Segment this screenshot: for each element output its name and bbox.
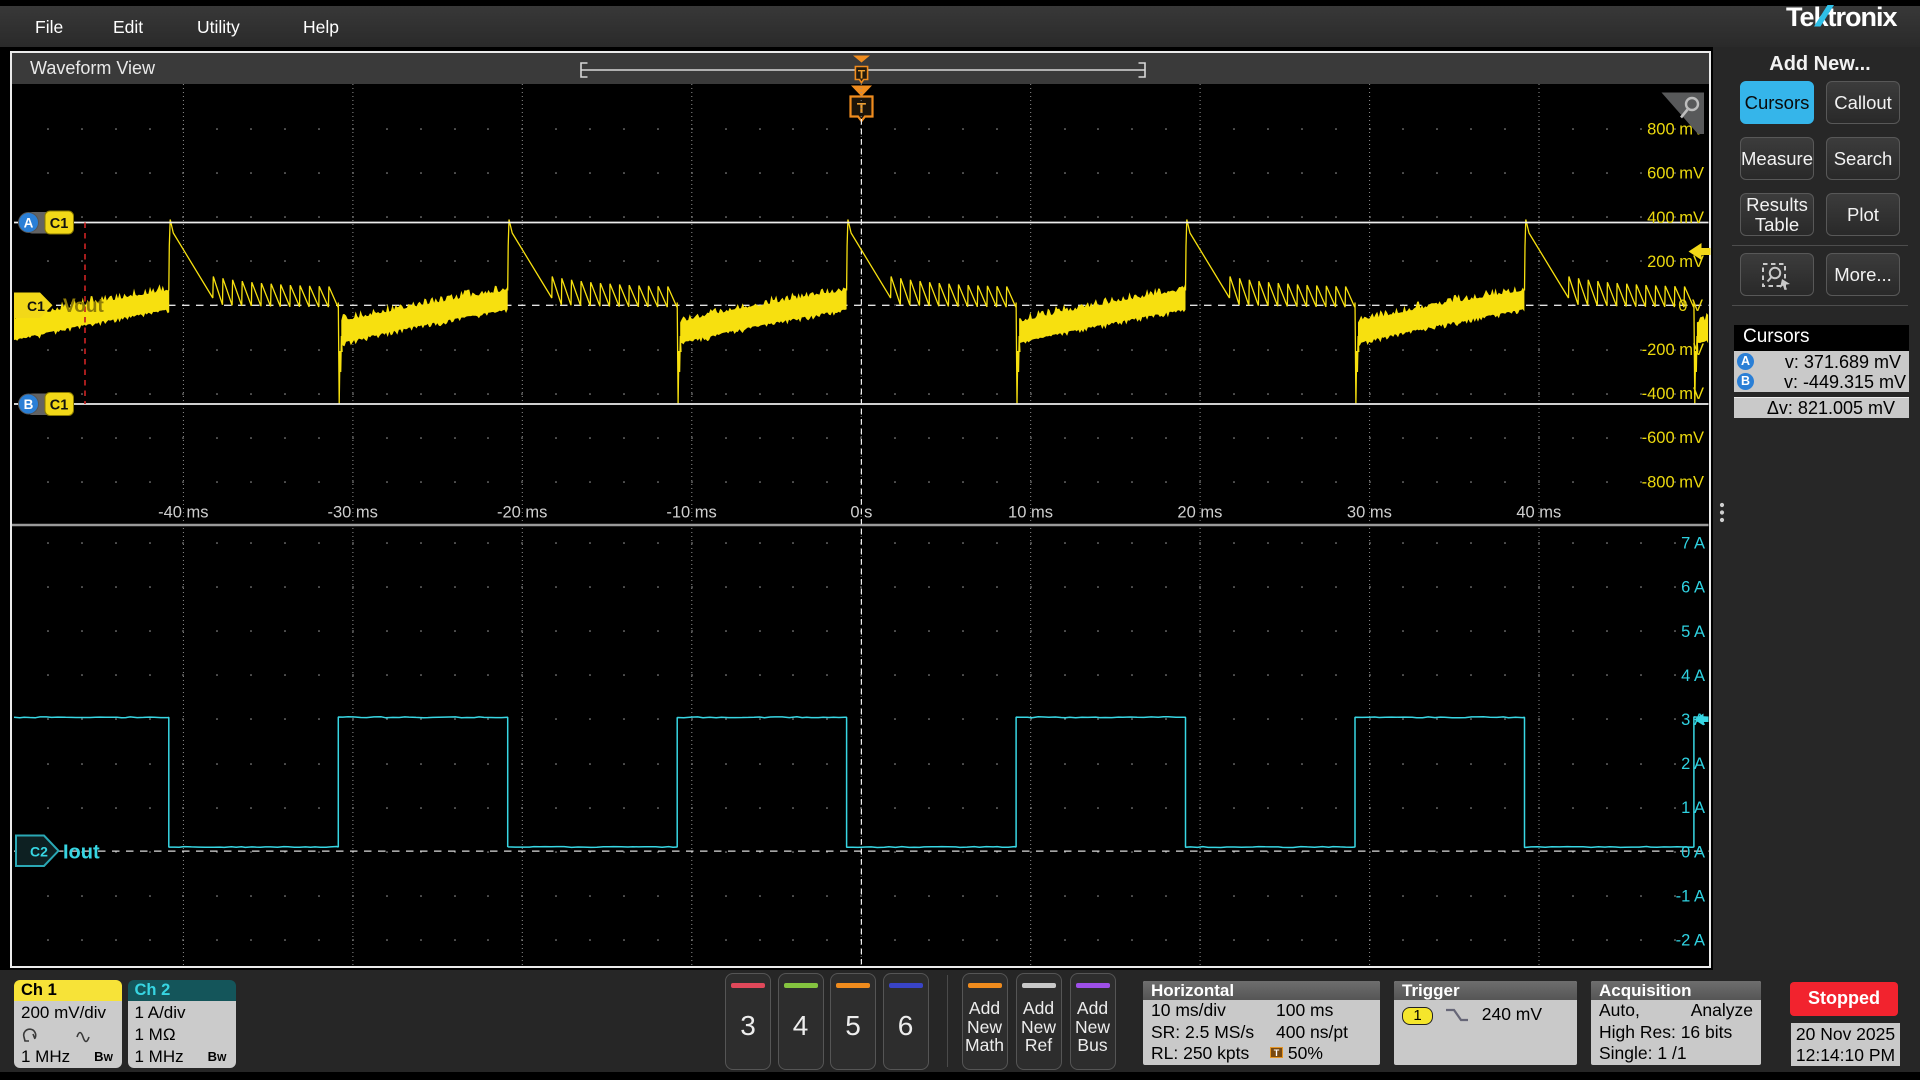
svg-text:-800 mV: -800 mV bbox=[1642, 473, 1704, 491]
svg-text:-600 mV: -600 mV bbox=[1642, 429, 1704, 447]
svg-text:-400 mV: -400 mV bbox=[1642, 385, 1704, 403]
svg-text:20 ms: 20 ms bbox=[1177, 504, 1222, 522]
svg-text:10 ms: 10 ms bbox=[1008, 504, 1053, 522]
svg-text:-2 A: -2 A bbox=[1676, 932, 1705, 950]
svg-text:-40 ms: -40 ms bbox=[158, 504, 208, 522]
svg-text:-200 mV: -200 mV bbox=[1642, 341, 1704, 359]
svg-text:0 s: 0 s bbox=[850, 504, 872, 522]
svg-text:2 A: 2 A bbox=[1681, 755, 1705, 773]
svg-text:-20 ms: -20 ms bbox=[497, 504, 547, 522]
svg-text:Vout: Vout bbox=[63, 296, 104, 317]
svg-text:30 ms: 30 ms bbox=[1347, 504, 1392, 522]
svg-text:Tektronix: Tektronix bbox=[1786, 2, 1898, 32]
svg-text:0 V: 0 V bbox=[1678, 297, 1703, 315]
svg-text:C1: C1 bbox=[27, 298, 45, 314]
svg-text:A: A bbox=[24, 216, 34, 231]
svg-text:7 A: 7 A bbox=[1681, 535, 1705, 553]
svg-text:-30 ms: -30 ms bbox=[327, 504, 377, 522]
svg-text:C2: C2 bbox=[30, 844, 48, 860]
svg-text:400 mV: 400 mV bbox=[1647, 209, 1704, 227]
svg-text:Iout: Iout bbox=[63, 842, 100, 864]
svg-text:0 A: 0 A bbox=[1681, 843, 1705, 861]
svg-text:C1: C1 bbox=[50, 216, 69, 232]
svg-text:600 mV: 600 mV bbox=[1647, 165, 1704, 183]
svg-text:4 A: 4 A bbox=[1681, 667, 1705, 685]
svg-text:6 A: 6 A bbox=[1681, 579, 1705, 597]
svg-text:T: T bbox=[858, 68, 866, 82]
svg-text:-10 ms: -10 ms bbox=[666, 504, 716, 522]
svg-text:C1: C1 bbox=[50, 398, 69, 414]
svg-text:-1 A: -1 A bbox=[1676, 887, 1705, 905]
svg-text:5 A: 5 A bbox=[1681, 623, 1705, 641]
svg-text:40 ms: 40 ms bbox=[1516, 504, 1561, 522]
svg-text:1 A: 1 A bbox=[1681, 799, 1705, 817]
svg-text:B: B bbox=[24, 397, 34, 412]
